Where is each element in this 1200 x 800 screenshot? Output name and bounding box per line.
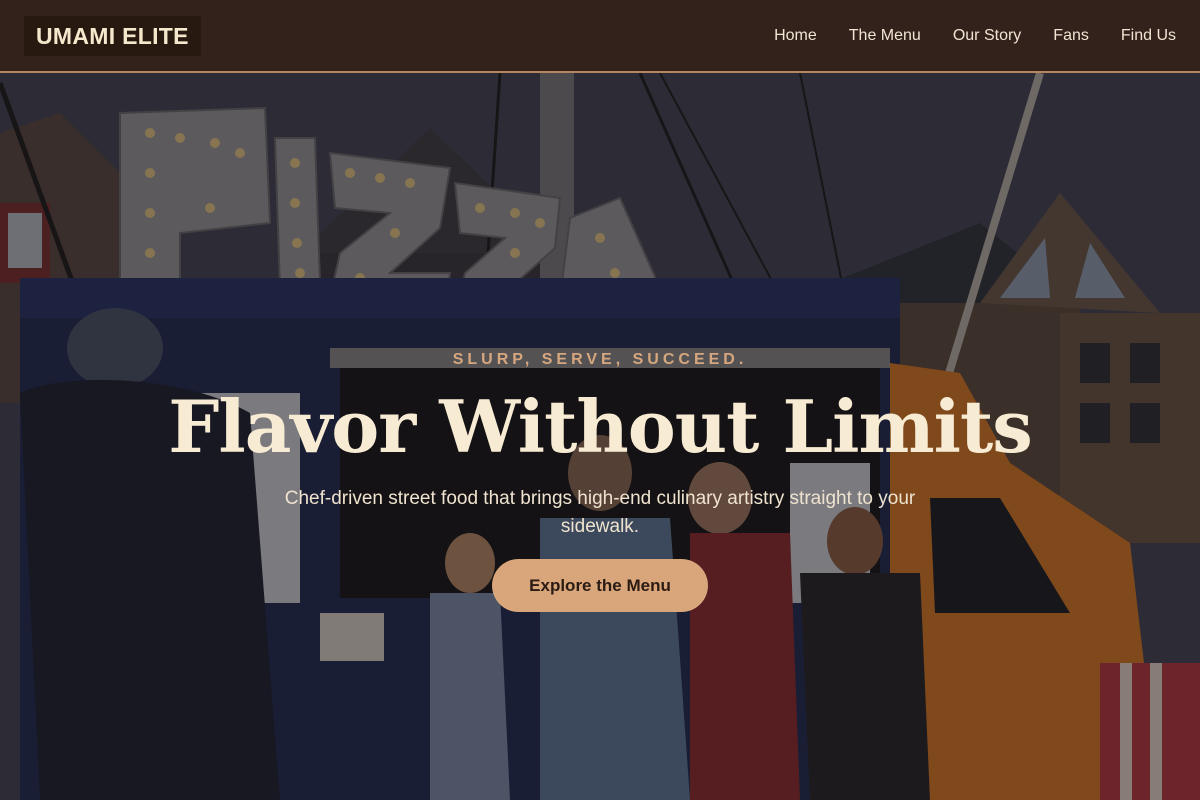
hero-content: SLURP, SERVE, SUCCEED. Flavor Without Li…: [0, 73, 1200, 800]
hero-subheadline: Chef-driven street food that brings high…: [284, 488, 916, 537]
nav-link-find-us[interactable]: Find Us: [1121, 27, 1176, 45]
brand-logo[interactable]: UMAMI ELITE: [24, 15, 201, 56]
hero-headline: Flavor Without Limits: [168, 384, 1033, 469]
explore-menu-button[interactable]: Explore the Menu: [492, 559, 708, 612]
nav-link-menu[interactable]: The Menu: [849, 27, 921, 45]
nav-link-home[interactable]: Home: [774, 27, 817, 45]
hero-tagline: SLURP, SERVE, SUCCEED.: [452, 351, 748, 368]
nav-link-our-story[interactable]: Our Story: [953, 27, 1021, 45]
hero-section: SLURP, SERVE, SUCCEED. Flavor Without Li…: [0, 73, 1200, 800]
main-nav: Home The Menu Our Story Fans Find Us: [774, 27, 1176, 45]
nav-link-fans[interactable]: Fans: [1053, 27, 1089, 45]
top-navbar: UMAMI ELITE Home The Menu Our Story Fans…: [0, 0, 1200, 73]
